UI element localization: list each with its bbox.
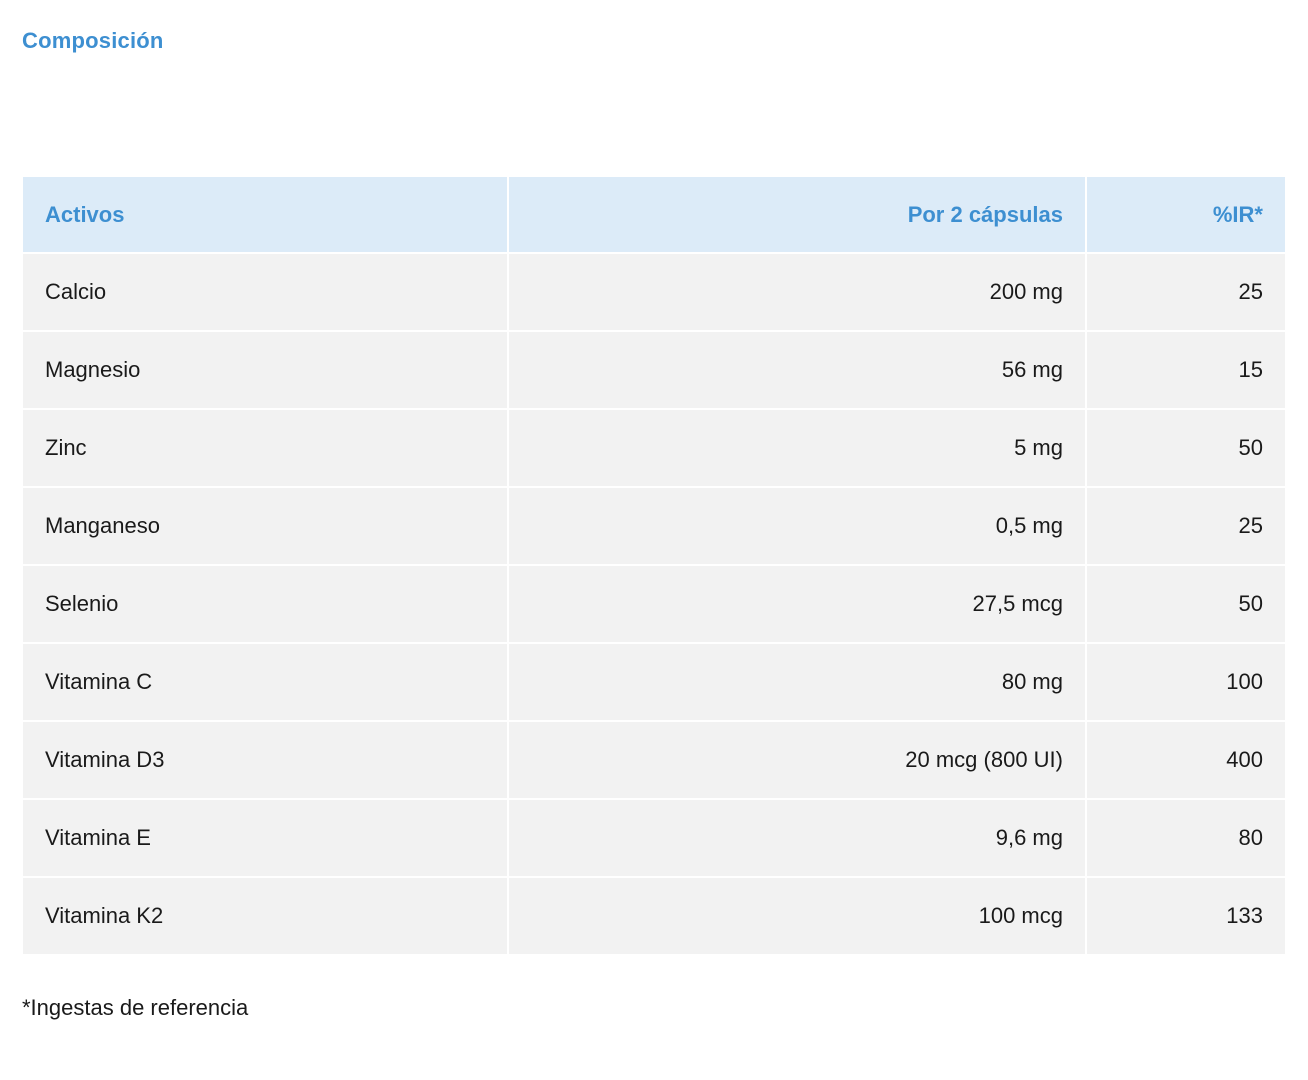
- cell-ir: 50: [1087, 566, 1285, 644]
- section-title: Composición: [22, 28, 164, 53]
- cell-active: Manganeso: [23, 488, 509, 566]
- cell-active: Zinc: [23, 410, 509, 488]
- table-row: Selenio 27,5 mcg 50: [23, 566, 1285, 644]
- cell-active: Calcio: [23, 254, 509, 332]
- cell-amount: 56 mg: [509, 332, 1087, 410]
- cell-ir: 25: [1087, 254, 1285, 332]
- cell-amount: 200 mg: [509, 254, 1087, 332]
- table-row: Vitamina C 80 mg 100: [23, 644, 1285, 722]
- table-header-row: Activos Por 2 cápsulas %IR*: [23, 177, 1285, 254]
- cell-active: Vitamina C: [23, 644, 509, 722]
- cell-active: Selenio: [23, 566, 509, 644]
- table-row: Calcio 200 mg 25: [23, 254, 1285, 332]
- footnote: *Ingestas de referencia: [22, 995, 249, 1020]
- cell-active: Vitamina K2: [23, 878, 509, 954]
- cell-amount: 27,5 mcg: [509, 566, 1087, 644]
- table-body: Calcio 200 mg 25 Magnesio 56 mg 15 Zinc …: [23, 254, 1285, 954]
- table-row: Magnesio 56 mg 15: [23, 332, 1285, 410]
- table-row: Zinc 5 mg 50: [23, 410, 1285, 488]
- cell-ir: 400: [1087, 722, 1285, 800]
- cell-amount: 80 mg: [509, 644, 1087, 722]
- cell-ir: 25: [1087, 488, 1285, 566]
- cell-ir: 133: [1087, 878, 1285, 954]
- cell-ir: 100: [1087, 644, 1285, 722]
- cell-amount: 100 mcg: [509, 878, 1087, 954]
- table-row: Manganeso 0,5 mg 25: [23, 488, 1285, 566]
- table-row: Vitamina K2 100 mcg 133: [23, 878, 1285, 954]
- composition-table: Activos Por 2 cápsulas %IR* Calcio 200 m…: [23, 177, 1285, 954]
- table-row: Vitamina E 9,6 mg 80: [23, 800, 1285, 878]
- cell-ir: 15: [1087, 332, 1285, 410]
- cell-ir: 80: [1087, 800, 1285, 878]
- cell-amount: 20 mcg (800 UI): [509, 722, 1087, 800]
- header-por-2-capsulas: Por 2 cápsulas: [509, 177, 1087, 254]
- cell-amount: 0,5 mg: [509, 488, 1087, 566]
- cell-active: Magnesio: [23, 332, 509, 410]
- cell-amount: 9,6 mg: [509, 800, 1087, 878]
- cell-amount: 5 mg: [509, 410, 1087, 488]
- cell-active: Vitamina E: [23, 800, 509, 878]
- table-header: Activos Por 2 cápsulas %IR*: [23, 177, 1285, 254]
- header-activos: Activos: [23, 177, 509, 254]
- cell-ir: 50: [1087, 410, 1285, 488]
- header-ir: %IR*: [1087, 177, 1285, 254]
- cell-active: Vitamina D3: [23, 722, 509, 800]
- table-row: Vitamina D3 20 mcg (800 UI) 400: [23, 722, 1285, 800]
